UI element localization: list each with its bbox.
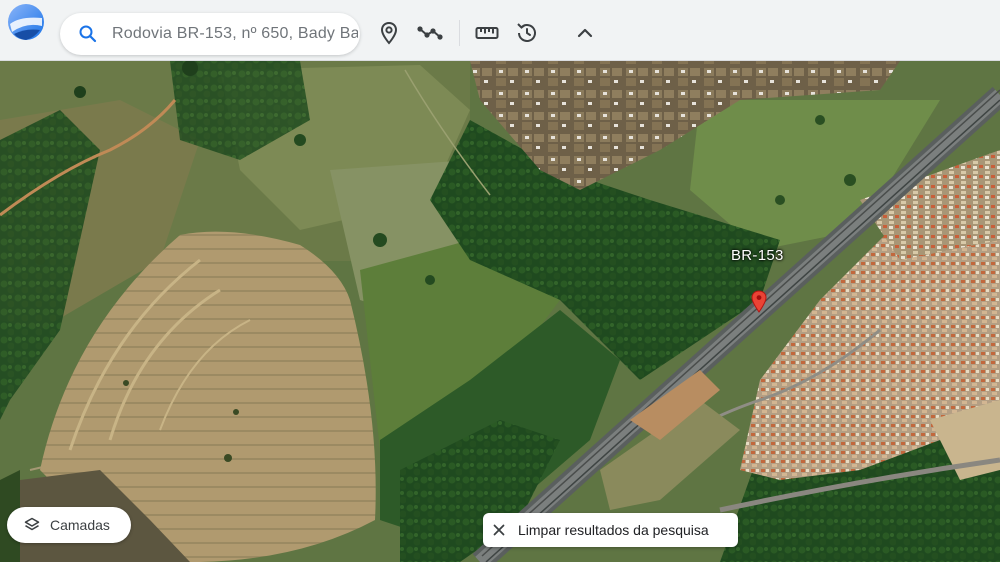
layers-icon [24,517,40,531]
close-icon [493,524,505,536]
search-icon[interactable] [78,24,98,44]
location-marker-icon[interactable] [750,290,768,314]
history-icon[interactable] [514,20,540,46]
layers-button[interactable]: Camadas [7,507,131,543]
ruler-icon[interactable] [474,20,500,46]
google-earth-logo-icon[interactable] [6,2,46,42]
path-route-icon[interactable] [416,20,444,46]
chevron-up-icon[interactable] [572,20,598,46]
layers-label: Camadas [50,517,110,533]
location-pin-icon[interactable] [376,20,402,46]
satellite-map[interactable]: BR-153 Camadas Limpar resultados da pesq… [0,61,1000,562]
satellite-imagery[interactable] [0,61,1000,562]
clear-results-button[interactable]: Limpar resultados da pesquisa [483,513,738,547]
search-input[interactable] [112,21,358,47]
top-toolbar [0,0,1000,61]
search-box[interactable] [60,13,360,55]
toolbar-divider [459,20,460,46]
clear-results-label: Limpar resultados da pesquisa [518,522,709,538]
road-label-br153: BR-153 [731,247,784,264]
